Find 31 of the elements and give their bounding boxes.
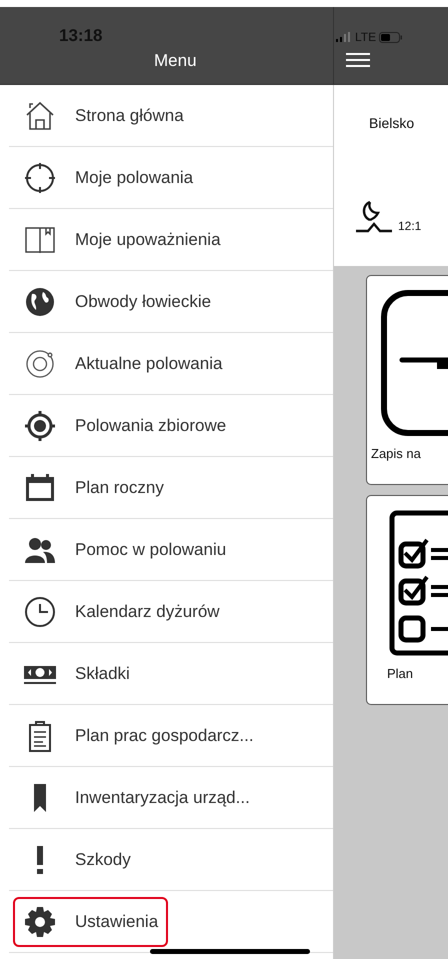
crosshair-icon: [23, 160, 57, 194]
menu-item[interactable]: Obwody łowieckie: [13, 276, 222, 326]
bookmark-icon: [33, 782, 47, 812]
moonrise-icon: [354, 199, 394, 233]
feature-tile[interactable]: Zapis na: [366, 275, 448, 485]
feature-tile[interactable]: Plan: [366, 495, 448, 705]
battery-icon: [379, 32, 404, 42]
signal-icon: [336, 32, 352, 42]
menu-item[interactable]: Aktualne polowania: [13, 338, 232, 388]
menu-item[interactable]: Plan prac gospodarcz...: [13, 710, 264, 760]
menu-item[interactable]: Strona główna: [13, 90, 194, 140]
menu-item[interactable]: Plan roczny: [13, 462, 174, 512]
target-icon: [23, 408, 57, 442]
tile-label: Zapis na: [371, 446, 421, 461]
clock-icon: [23, 594, 57, 628]
exclamation-icon: [36, 844, 44, 874]
menu-item[interactable]: Moje upoważnienia: [13, 214, 231, 264]
menu-item[interactable]: Polowania zbiorowe: [13, 400, 236, 450]
menu-item[interactable]: Szkody: [13, 834, 141, 884]
menu-icon[interactable]: [346, 52, 370, 68]
location-label: Bielsko: [369, 115, 416, 131]
moonrise-time: 12:1: [398, 219, 422, 233]
menu-item[interactable]: Składki: [13, 648, 140, 698]
gear-icon: [23, 904, 57, 938]
tile-label: Plan: [387, 666, 414, 681]
menu-item[interactable]: Ustawienia: [13, 896, 168, 946]
menu-item[interactable]: Pomoc w polowaniu: [13, 524, 236, 574]
menu-title: Menu: [154, 51, 197, 71]
menu-item[interactable]: Kalendarz dyżurów: [13, 586, 230, 636]
menu-item[interactable]: Moje polowania: [13, 152, 204, 202]
menu-item[interactable]: Inwentaryzacja urząd...: [13, 772, 260, 822]
